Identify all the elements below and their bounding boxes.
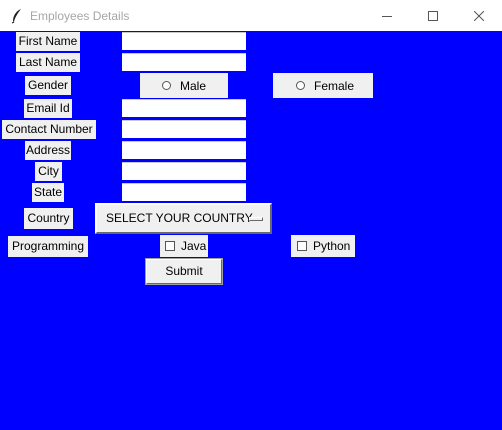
window-title: Employees Details [30,9,130,23]
contact-number-label: Contact Number [2,120,96,139]
radio-circle-icon [162,81,171,90]
first-name-label: First Name [16,32,80,51]
radio-female[interactable]: Female [273,73,373,98]
email-label: Email Id [24,99,72,118]
close-button[interactable] [456,0,502,31]
last-name-label: Last Name [16,53,80,72]
gender-label: Gender [25,76,71,95]
checkbox-icon [297,241,307,251]
contact-number-field[interactable] [122,120,246,138]
radio-male[interactable]: Male [140,73,228,98]
checkbox-icon [165,241,175,251]
submit-button[interactable]: Submit [145,258,223,285]
city-field[interactable] [122,162,246,180]
email-field[interactable] [122,99,246,117]
radio-circle-icon [296,81,305,90]
dropdown-indicator-icon [249,217,263,221]
checkbox-java-label: Java [181,239,207,253]
state-label: State [32,183,64,202]
state-field[interactable] [122,183,246,201]
first-name-field[interactable] [122,32,246,50]
form-canvas: First Name Last Name Gender Email Id Con… [0,31,502,430]
feather-icon [11,9,21,24]
minimize-button[interactable] [364,0,410,31]
address-label: Address [25,141,71,160]
checkbox-java[interactable]: Java [160,235,208,257]
minimize-icon [382,15,392,17]
radio-female-label: Female [314,78,355,93]
city-label: City [35,162,62,181]
programming-label: Programming [8,236,88,257]
checkbox-python-label: Python [313,239,351,253]
country-select-value: SELECT YOUR COUNTRY [106,211,253,225]
radio-male-label: Male [180,78,207,93]
maximize-icon [428,10,438,21]
address-field[interactable] [122,141,246,159]
maximize-button[interactable] [410,0,456,31]
country-select[interactable]: SELECT YOUR COUNTRY [95,203,272,234]
last-name-field[interactable] [122,53,246,71]
country-label: Country [24,208,73,229]
title-bar: Employees Details [0,0,502,31]
checkbox-python[interactable]: Python [291,235,355,257]
close-icon [474,10,484,21]
